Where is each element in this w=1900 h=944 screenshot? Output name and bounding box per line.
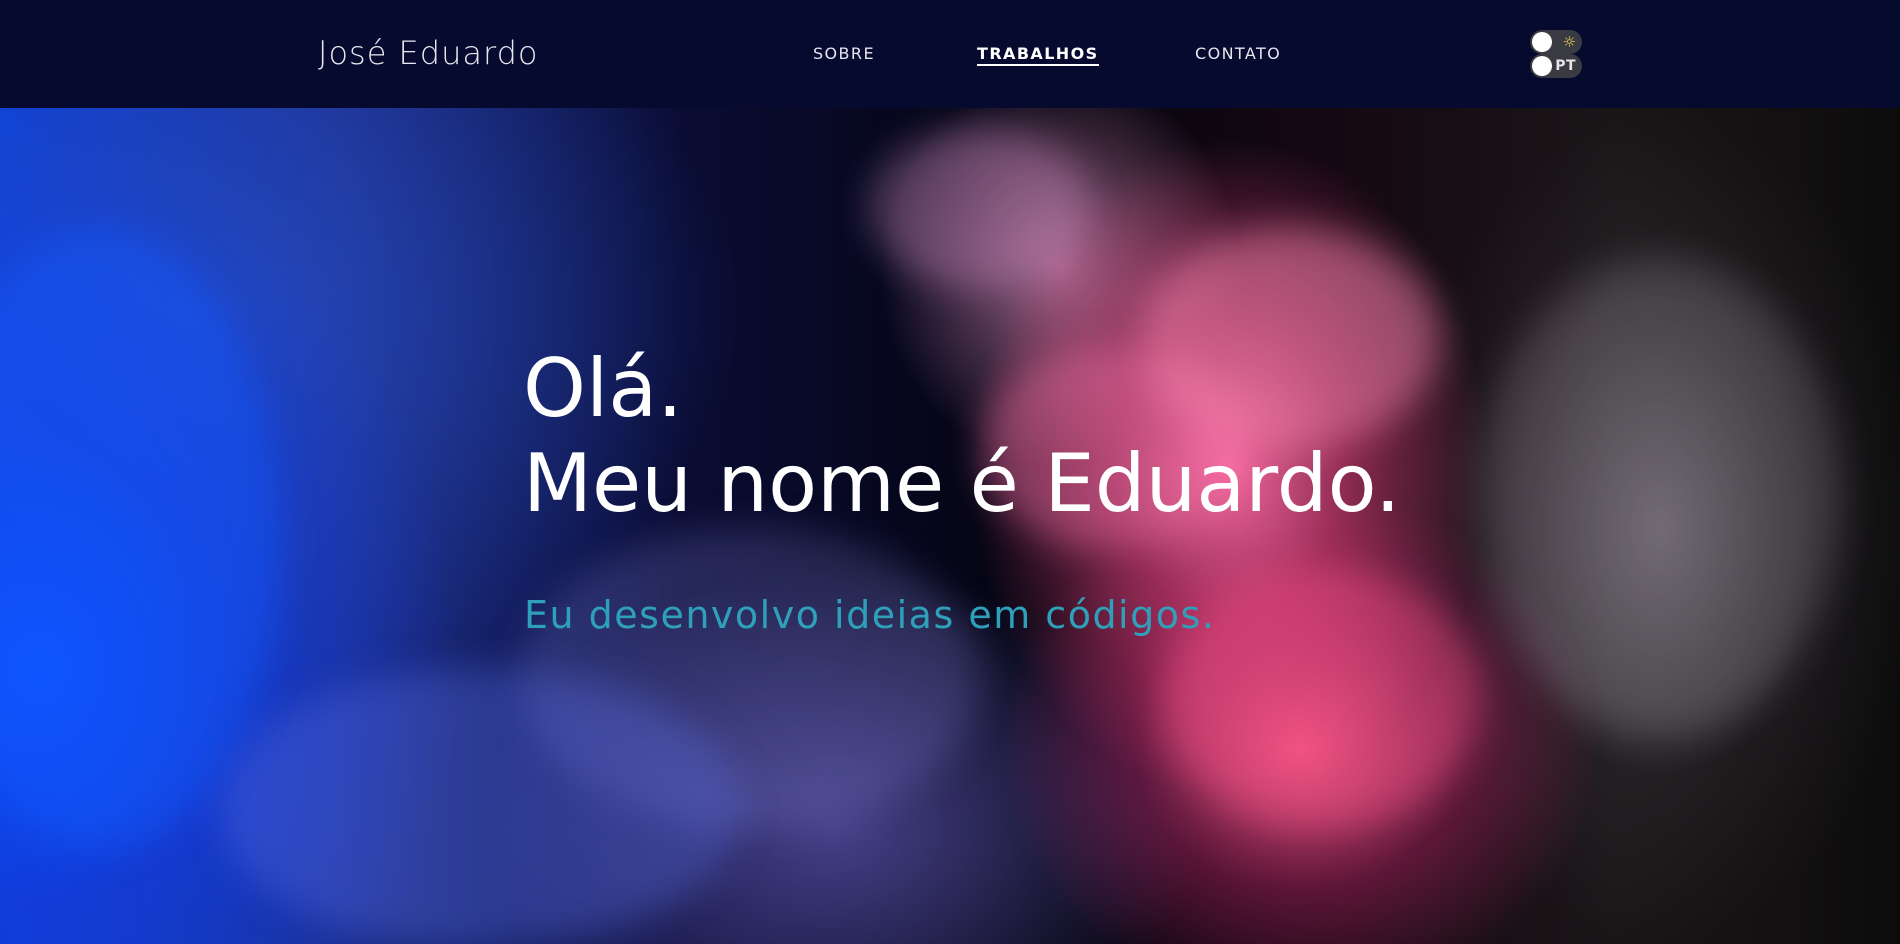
language-label: PT	[1555, 58, 1576, 74]
language-toggle[interactable]: PT	[1530, 54, 1582, 78]
hero-name-line: Meu nome é Eduardo.	[523, 437, 1401, 530]
hero-heading: Olá. Meu nome é Eduardo.	[523, 341, 1401, 531]
brand-logo[interactable]: José Eduardo	[318, 34, 538, 72]
nav-link-contato[interactable]: CONTATO	[1195, 44, 1281, 63]
theme-toggle[interactable]: ☼	[1530, 30, 1582, 54]
top-navbar: José Eduardo SOBRE TRABALHOS CONTATO ☼ P…	[0, 0, 1900, 108]
language-toggle-knob	[1532, 56, 1552, 76]
smoke-decoration	[220, 668, 740, 944]
nav-link-trabalhos[interactable]: TRABALHOS	[977, 44, 1099, 66]
theme-toggle-knob	[1532, 32, 1552, 52]
smoke-decoration	[1480, 258, 1840, 738]
hero-tagline: Eu desenvolvo ideias em códigos.	[524, 593, 1216, 637]
smoke-decoration	[870, 128, 1090, 288]
nav-link-sobre[interactable]: SOBRE	[813, 44, 875, 63]
sun-icon: ☼	[1562, 33, 1576, 51]
hero-section: Olá. Meu nome é Eduardo. Eu desenvolvo i…	[0, 108, 1900, 944]
hero-greeting: Olá.	[523, 342, 683, 435]
